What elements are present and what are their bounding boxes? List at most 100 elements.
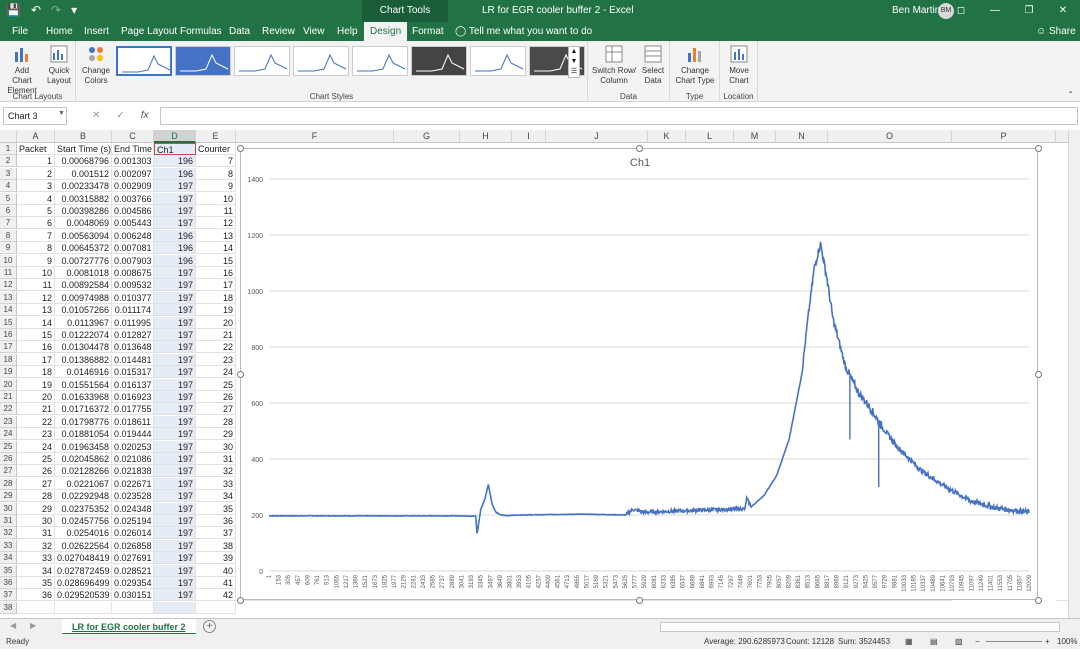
data-cell[interactable]: 197 [154, 453, 196, 465]
data-cell[interactable]: 0.01881054 [55, 428, 112, 441]
collapse-ribbon-icon[interactable]: ⌃ [1067, 90, 1074, 99]
data-cell[interactable]: 18 [196, 291, 236, 304]
data-cell[interactable]: 28 [196, 415, 236, 428]
data-cell[interactable]: 0.01551564 [55, 378, 112, 391]
data-cell[interactable]: 16 [196, 267, 236, 279]
data-cell[interactable]: 197 [154, 440, 196, 453]
data-cell[interactable]: 197 [154, 552, 196, 565]
row-header[interactable]: 33 [0, 539, 17, 552]
data-cell[interactable]: 19 [196, 304, 236, 317]
data-cell[interactable]: 0.00233478 [55, 180, 112, 193]
data-cell[interactable]: 0.014481 [112, 353, 154, 366]
row-header[interactable]: 1 [0, 143, 17, 155]
column-header-k[interactable]: K [648, 130, 686, 143]
tab-page-layout[interactable]: Page Layout [115, 22, 183, 41]
enter-icon[interactable]: ✓ [116, 107, 124, 125]
resize-handle[interactable] [636, 145, 643, 152]
tab-file[interactable]: File [6, 22, 34, 41]
data-cell[interactable]: 0.029520539 [55, 589, 112, 602]
chart-style-thumb[interactable] [352, 46, 408, 76]
row-header[interactable]: 29 [0, 490, 17, 503]
restore-icon[interactable]: ❐ [1012, 0, 1046, 22]
data-cell[interactable]: 0.026858 [112, 539, 154, 552]
data-cell[interactable]: 7 [17, 229, 55, 242]
column-header-c[interactable]: C [112, 130, 154, 143]
data-cell[interactable]: 11 [196, 205, 236, 217]
data-cell[interactable]: 3 [17, 180, 55, 193]
data-cell[interactable]: 0.00398286 [55, 205, 112, 217]
data-cell[interactable]: 0.007081 [112, 242, 154, 255]
row-header[interactable]: 27 [0, 465, 17, 478]
row-header[interactable]: 19 [0, 366, 17, 379]
chart-ch1[interactable]: Ch1 0 200 400 600 800 1000 1200 1400 1 153 305 457 60… [237, 145, 1042, 604]
data-cell[interactable]: 0.00068796 [55, 155, 112, 168]
sheet-tab[interactable]: LR for EGR cooler buffer 2 [62, 619, 196, 635]
tab-review[interactable]: Review [256, 22, 301, 41]
move-chart-button[interactable]: Move Chart [724, 44, 754, 86]
data-cell[interactable]: 197 [154, 515, 196, 527]
data-cell[interactable]: 197 [154, 180, 196, 193]
data-cell[interactable]: 30 [17, 515, 55, 527]
data-cell[interactable]: 0.0221067 [55, 477, 112, 490]
data-cell[interactable]: 19 [17, 378, 55, 391]
data-cell[interactable]: 0.008675 [112, 267, 154, 279]
data-cell[interactable]: 197 [154, 490, 196, 503]
data-cell[interactable]: 0.01798776 [55, 415, 112, 428]
minimize-icon[interactable]: — [978, 0, 1012, 22]
data-cell[interactable]: 8 [196, 167, 236, 180]
data-cell[interactable]: 25 [196, 378, 236, 391]
data-cell[interactable]: 33 [196, 477, 236, 490]
data-cell[interactable]: 197 [154, 415, 196, 428]
data-cell[interactable]: 12 [196, 217, 236, 230]
data-cell[interactable]: 0.021086 [112, 453, 154, 465]
formula-input[interactable] [160, 107, 1078, 125]
data-cell[interactable]: 17 [196, 279, 236, 292]
empty-cell[interactable] [154, 601, 196, 614]
column-header-q[interactable]: Q [1056, 130, 1068, 143]
data-cell[interactable]: 17 [17, 353, 55, 366]
data-cell[interactable]: 0.011174 [112, 304, 154, 317]
row-header[interactable]: 24 [0, 428, 17, 441]
data-cell[interactable]: 0.030151 [112, 589, 154, 602]
empty-cell[interactable] [17, 601, 55, 614]
data-cell[interactable]: 29 [17, 502, 55, 515]
data-cell[interactable]: 0.01963458 [55, 440, 112, 453]
data-cell[interactable]: 38 [196, 539, 236, 552]
data-cell[interactable]: 197 [154, 316, 196, 329]
data-cell[interactable]: 1 [17, 155, 55, 168]
row-header[interactable]: 5 [0, 192, 17, 205]
customize-qat-icon[interactable]: ▾ [71, 3, 77, 17]
column-header-l[interactable]: L [686, 130, 734, 143]
data-cell[interactable]: 0.02128266 [55, 465, 112, 478]
data-cell[interactable]: 24 [196, 366, 236, 379]
data-cell[interactable]: 27 [196, 403, 236, 416]
resize-handle[interactable] [636, 597, 643, 604]
chart-style-thumb[interactable] [411, 46, 467, 76]
row-header[interactable]: 28 [0, 477, 17, 490]
data-cell[interactable]: 13 [196, 229, 236, 242]
zoom-slider[interactable] [986, 641, 1042, 642]
data-cell[interactable]: 18 [17, 366, 55, 379]
row-header[interactable]: 34 [0, 552, 17, 565]
data-cell[interactable]: 42 [196, 589, 236, 602]
tab-help[interactable]: Help [331, 22, 364, 41]
row-header[interactable]: 14 [0, 304, 17, 317]
data-cell[interactable]: 197 [154, 378, 196, 391]
row-header[interactable]: 15 [0, 316, 17, 329]
column-header-n[interactable]: N [776, 130, 828, 143]
data-cell[interactable]: 197 [154, 539, 196, 552]
data-cell[interactable]: 197 [154, 589, 196, 602]
data-cell[interactable]: 24 [17, 440, 55, 453]
data-cell[interactable]: 197 [154, 477, 196, 490]
row-header[interactable]: 30 [0, 502, 17, 515]
switch-row-column-button[interactable]: Switch Row/ Column [592, 44, 636, 86]
column-header-p[interactable]: P [952, 130, 1056, 143]
column-header-j[interactable]: J [546, 130, 648, 143]
data-cell[interactable]: 28 [17, 490, 55, 503]
row-header[interactable]: 17 [0, 341, 17, 354]
data-cell[interactable]: 22 [17, 415, 55, 428]
data-cell[interactable]: 0.025194 [112, 515, 154, 527]
data-cell[interactable]: 0.02622564 [55, 539, 112, 552]
data-cell[interactable]: 0.029354 [112, 577, 154, 589]
header-cell[interactable]: Counter [196, 143, 236, 155]
